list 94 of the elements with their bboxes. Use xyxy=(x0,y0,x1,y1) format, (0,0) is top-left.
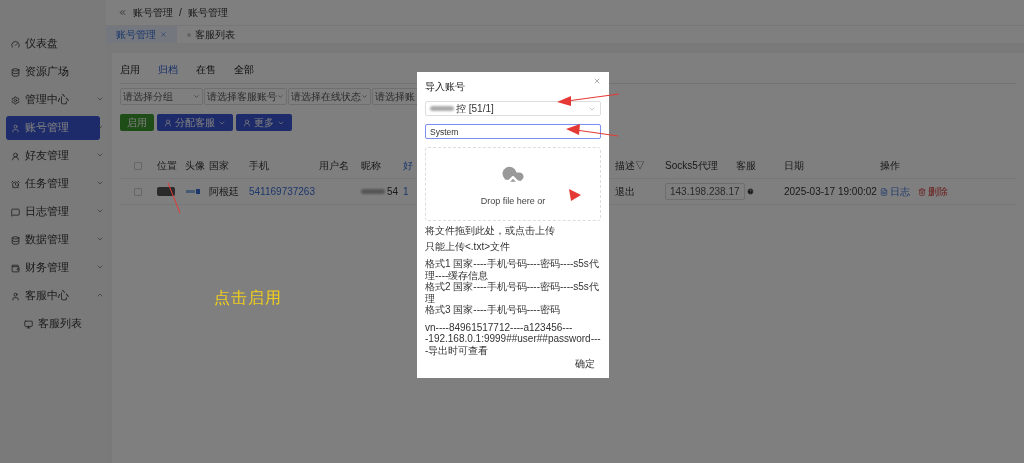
upload-note: 只能上传<.txt>文件 xyxy=(425,240,511,252)
filter-select[interactable]: 请选择客服账号 xyxy=(204,88,287,105)
action-button[interactable]: 启用 xyxy=(120,114,154,131)
account-select[interactable]: 控 [51/1] xyxy=(425,101,601,116)
action-button[interactable]: 更多 xyxy=(236,114,292,131)
sidebar-item[interactable]: 好友管理 xyxy=(6,144,100,168)
table-cell-text: 阿根廷 xyxy=(209,184,240,199)
log-link[interactable]: 日志 xyxy=(880,184,910,199)
trash-icon xyxy=(918,187,926,196)
sidebar-item[interactable]: 账号管理 xyxy=(6,116,100,140)
checkbox[interactable] xyxy=(134,161,142,170)
sidebar-item[interactable]: 日志管理 xyxy=(6,200,100,224)
chevron-down-icon[interactable] xyxy=(96,179,104,187)
chevron-down-icon[interactable] xyxy=(96,207,104,215)
user-icon xyxy=(243,118,251,127)
chevron-down-icon[interactable] xyxy=(96,123,104,131)
column-header: 昵称 xyxy=(361,158,382,173)
chevron-down-icon[interactable] xyxy=(96,95,104,103)
upload-dropzone[interactable]: Drop file here or xyxy=(425,147,601,221)
sidebar-item[interactable]: 数据管理 xyxy=(6,228,100,252)
table-cell: 54 xyxy=(387,186,399,197)
phone-link[interactable]: 541169737263 xyxy=(249,186,319,197)
location-tag xyxy=(157,187,175,196)
drop-text: Drop file here or xyxy=(480,196,546,206)
column-header: 描述▽ xyxy=(615,158,646,173)
table-cell-text: 退出 xyxy=(615,184,636,199)
column-header: 日期 xyxy=(784,158,805,173)
upload-hint: 将文件拖到此处，或点击上传 xyxy=(425,225,556,237)
database-icon xyxy=(11,67,20,77)
column-header: Socks5代理 xyxy=(665,158,719,173)
chevron-down-icon[interactable] xyxy=(96,263,104,271)
alarm-clock-icon xyxy=(11,179,20,189)
format-line: 格式2 国家----手机号码----密码----s5s代理 xyxy=(425,281,600,304)
gauge-icon xyxy=(11,39,20,49)
checkbox[interactable] xyxy=(134,187,142,196)
column-header: 用户名 xyxy=(319,158,350,173)
gear-icon xyxy=(11,95,20,105)
filter-select[interactable]: 请选择分组 xyxy=(120,88,203,105)
breadcrumb-separator: / xyxy=(179,7,182,18)
delete-link[interactable]: 删除 xyxy=(918,184,948,199)
example-line: -192.168.0.1:9999##user##password----导出时可查看 xyxy=(425,333,601,356)
sidebar-item[interactable]: 财务管理 xyxy=(6,256,100,280)
chevron-up-icon[interactable] xyxy=(96,291,104,299)
status-tab[interactable]: 在售 xyxy=(196,63,216,77)
arrow-icon xyxy=(566,124,618,136)
collapse-icon[interactable] xyxy=(118,8,127,17)
table-cell-text: 2025-03-17 19:00:02 xyxy=(784,186,878,197)
proxy-field[interactable]: 143.198.238.17 xyxy=(665,183,745,200)
sidebar-item[interactable]: 管理中心 xyxy=(6,88,100,112)
monitor-icon xyxy=(24,319,33,329)
page-tab[interactable]: 账号管理 xyxy=(106,26,177,43)
status-tab[interactable]: 归档 xyxy=(158,63,178,77)
chat-icon xyxy=(11,207,20,217)
breadcrumb-item[interactable]: 账号管理 xyxy=(187,5,228,20)
sidebar-item[interactable]: 客服中心 xyxy=(6,284,100,308)
column-header: 客服 xyxy=(736,158,757,173)
action-button[interactable]: 分配客服 xyxy=(157,114,233,131)
user-icon xyxy=(11,151,20,161)
sidebar-item[interactable]: 客服列表 xyxy=(6,312,100,336)
example-line: vn----84961517712----a123456--- xyxy=(425,321,574,333)
user-icon xyxy=(11,291,20,301)
column-header: 手机 xyxy=(249,158,270,173)
status-tab[interactable]: 全部 xyxy=(234,63,254,77)
format-line: 格式1 国家----手机号码----密码----s5s代理----缓存信息 xyxy=(425,258,600,281)
sidebar-item[interactable]: 资源广场 xyxy=(6,60,100,84)
column-header: 操作 xyxy=(880,158,901,173)
status-tab[interactable]: 启用 xyxy=(120,63,140,77)
table-cell-text: 1 xyxy=(403,186,410,197)
column-header: 位置 xyxy=(157,158,178,173)
breadcrumb-item[interactable]: 账号管理 xyxy=(133,5,173,20)
chevron-down-icon xyxy=(361,93,368,100)
column-header: 头像 xyxy=(185,158,206,173)
arrowhead-icon xyxy=(569,189,581,201)
chevron-down-icon xyxy=(193,93,200,100)
user-icon xyxy=(11,123,20,133)
sidebar-item[interactable]: 仪表盘 xyxy=(6,32,100,56)
chevron-down-icon[interactable] xyxy=(96,151,104,159)
format-line: 格式3 国家----手机号码----密码 xyxy=(425,304,561,316)
wallet-icon xyxy=(11,263,20,273)
chevron-down-icon[interactable] xyxy=(96,235,104,243)
close-icon[interactable] xyxy=(160,31,167,38)
document-icon xyxy=(880,187,888,196)
annotation-text: 点击启用 xyxy=(214,288,282,308)
column-header: 国家 xyxy=(209,158,230,173)
close-icon[interactable] xyxy=(593,77,601,85)
chevron-down-icon xyxy=(277,93,284,100)
arrow-icon xyxy=(557,94,619,106)
database-icon xyxy=(11,235,20,245)
filter-select[interactable]: 请选择在线状态 xyxy=(288,88,371,105)
sidebar-item[interactable]: 任务管理 xyxy=(6,172,100,196)
column-header: 好 xyxy=(403,158,414,173)
redacted-blur xyxy=(361,189,385,194)
help-icon[interactable] xyxy=(746,188,754,195)
user-icon xyxy=(164,118,172,127)
